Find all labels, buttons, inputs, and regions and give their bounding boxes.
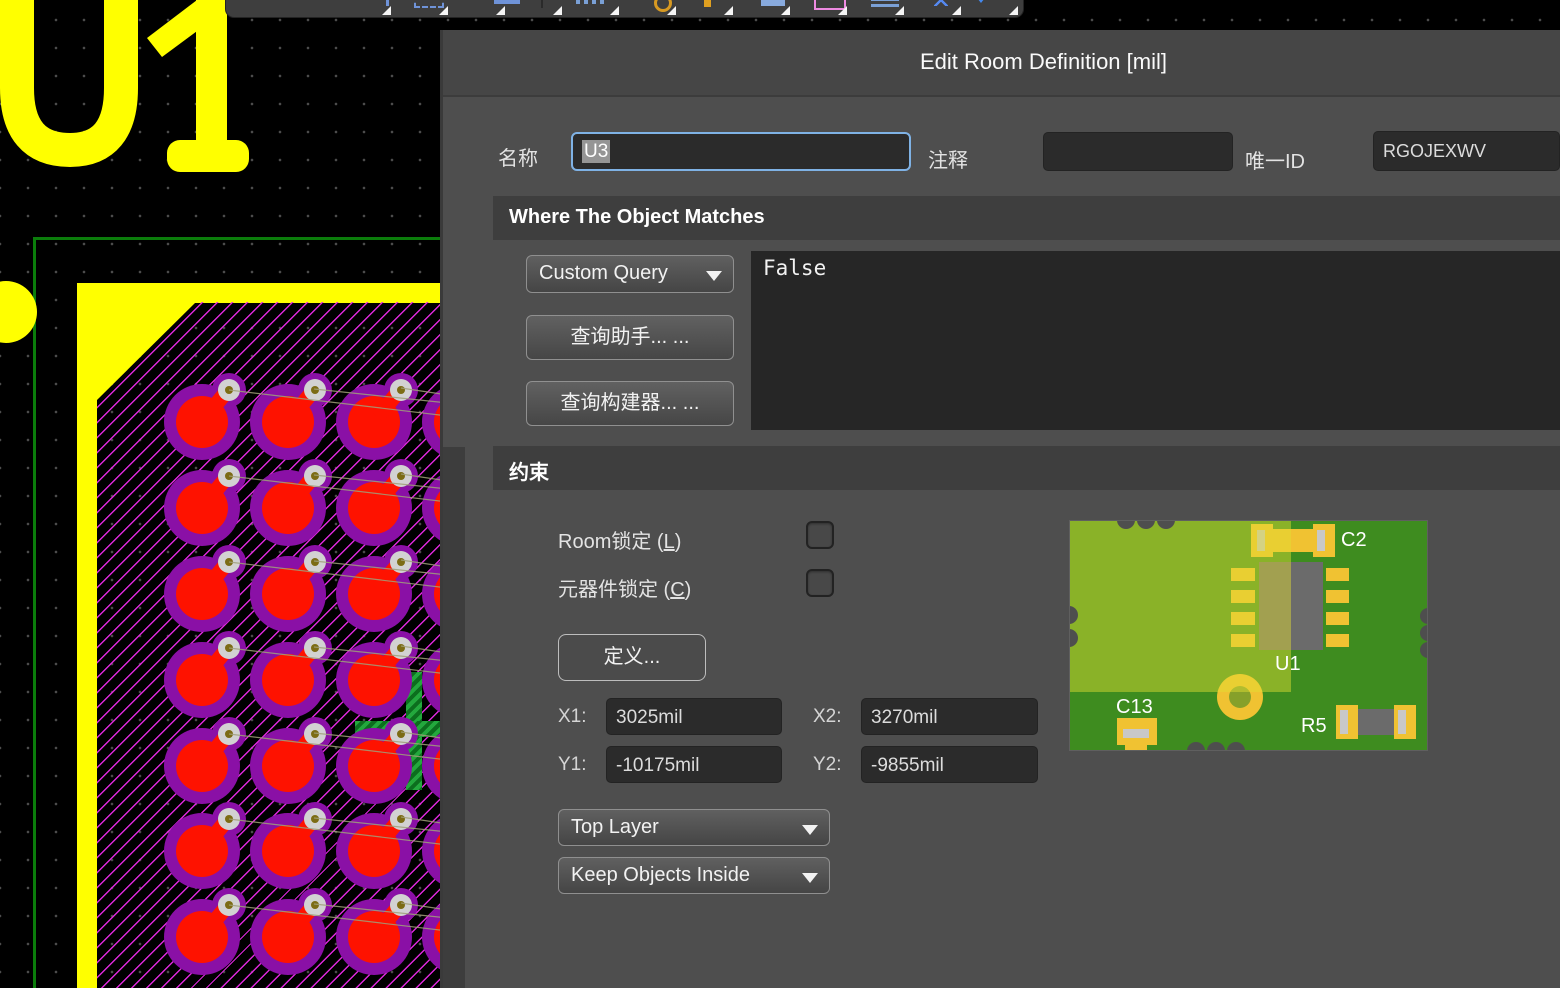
component-lock-label: 元器件锁定 (C): [558, 573, 691, 602]
chevron-down-icon: [802, 873, 818, 883]
columns-icon[interactable]: [576, 0, 604, 4]
room-lock-checkbox[interactable]: [806, 521, 834, 549]
preview-label-u1: U1: [1275, 653, 1301, 675]
query-helper-button[interactable]: 查询助手... ...: [526, 315, 734, 360]
dropdown-arrow-icon[interactable]: [1009, 6, 1018, 15]
dropdown-arrow-icon[interactable]: [610, 6, 619, 15]
dropdown-arrow-icon[interactable]: [724, 6, 733, 15]
layer-dropdown[interactable]: Top Layer: [558, 809, 830, 846]
y1-input[interactable]: -10175mil: [606, 746, 782, 783]
divider: [541, 0, 543, 8]
dropdown-arrow-icon[interactable]: [838, 6, 847, 15]
query-expression-area[interactable]: False: [751, 251, 1560, 430]
x2-input[interactable]: 3270mil: [861, 698, 1038, 735]
name-input[interactable]: U3: [571, 132, 911, 171]
underline-icon[interactable]: [494, 0, 520, 4]
unique-id-label: 唯一ID: [1245, 145, 1305, 174]
dropdown-arrow-icon[interactable]: [952, 6, 961, 15]
preview-label-r5: R5: [1301, 715, 1327, 737]
name-label: 名称: [498, 142, 538, 171]
x2-label: X2:: [813, 706, 842, 728]
dropdown-arrow-icon[interactable]: [439, 6, 448, 15]
containment-dropdown[interactable]: Keep Objects Inside: [558, 857, 830, 894]
unique-id-input[interactable]: RGOJEXWV: [1373, 131, 1560, 171]
pcb-toolbar[interactable]: [225, 0, 1024, 18]
component-lock-checkbox[interactable]: [806, 569, 834, 597]
preview-label-c13: C13: [1116, 696, 1153, 718]
constraints-section-header: 约束: [493, 446, 1560, 490]
dialog-left-gutter: [443, 447, 465, 988]
query-builder-button[interactable]: 查询构建器... ...: [526, 381, 734, 426]
chevron-down-icon: [706, 271, 722, 281]
y2-input[interactable]: -9855mil: [861, 746, 1038, 783]
ratsnest-lines: [0, 0, 448, 988]
y1-label: Y1:: [558, 754, 587, 776]
room-overlay: [1069, 520, 1291, 692]
dialog-title: Edit Room Definition [mil]: [920, 49, 1167, 75]
dropdown-arrow-icon[interactable]: [553, 6, 562, 15]
dropdown-arrow-icon[interactable]: [667, 6, 676, 15]
chevron-down-icon: [802, 825, 818, 835]
preview-label-c2: C2: [1341, 529, 1367, 551]
x-mark-icon[interactable]: [934, 0, 948, 6]
arrow-down-icon[interactable]: [974, 0, 988, 3]
y2-label: Y2:: [813, 754, 842, 776]
room-lock-label: Room锁定 (L): [558, 525, 681, 554]
dropdown-arrow-icon[interactable]: [895, 6, 904, 15]
orange-bar-icon[interactable]: [704, 0, 711, 7]
dropdown-arrow-icon[interactable]: [496, 6, 505, 15]
dialog-title-bar[interactable]: Edit Room Definition [mil]: [443, 30, 1560, 97]
screen: Edit Room Definition [mil] 名称 U3 注释 唯一ID…: [0, 0, 1560, 988]
name-input-selected-text: U3: [582, 140, 610, 163]
comment-input[interactable]: [1043, 132, 1233, 171]
query-type-dropdown[interactable]: Custom Query: [526, 255, 734, 293]
room-preview-image: C2 U1 C13 R5: [1069, 520, 1428, 751]
edit-room-definition-dialog: Edit Room Definition [mil] 名称 U3 注释 唯一ID…: [440, 30, 1560, 988]
define-button[interactable]: 定义...: [558, 634, 706, 681]
x1-input[interactable]: 3025mil: [606, 698, 782, 735]
dropdown-arrow-icon[interactable]: [781, 6, 790, 15]
x1-label: X1:: [558, 706, 587, 728]
dropdown-arrow-icon[interactable]: [382, 6, 391, 15]
match-section-header: Where The Object Matches: [493, 196, 1560, 240]
comment-label: 注释: [928, 144, 968, 173]
